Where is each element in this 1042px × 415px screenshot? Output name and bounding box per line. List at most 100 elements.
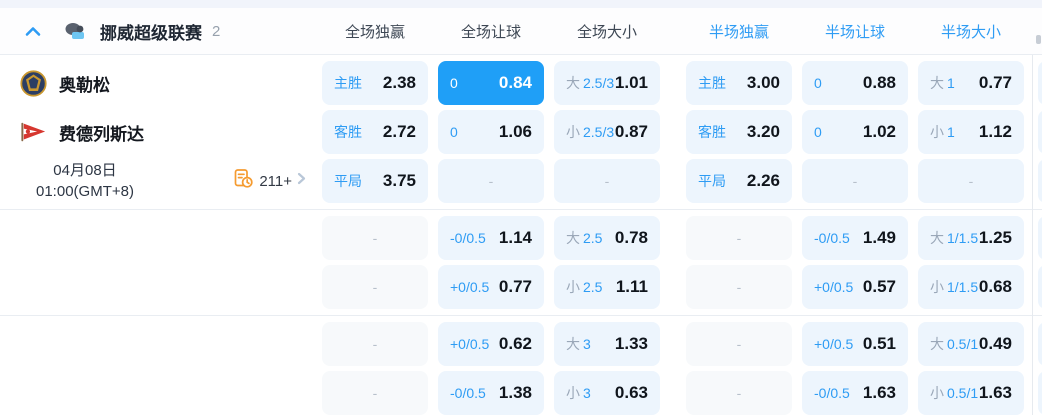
empty-left-cell xyxy=(0,265,322,309)
handicap-line-label: +0/0.5 xyxy=(814,279,854,295)
overunder-line-value: 2.5 xyxy=(583,230,603,246)
overunder-odds-cell[interactable]: 大 2.5/3 1.01 xyxy=(554,61,660,105)
handicap-odds-cell[interactable]: +0/0.5 0.62 xyxy=(438,322,544,366)
overunder-line: 大 0.5/1 xyxy=(930,334,978,354)
odds-cell-empty: - xyxy=(686,371,792,415)
odds-cell-unavailable: - xyxy=(802,159,908,203)
no-odds-dash: - xyxy=(488,173,494,189)
handicap-odds-cell[interactable]: 0 1.06 xyxy=(438,110,544,154)
odds-value: 1.38 xyxy=(498,383,532,402)
empty-left-cell xyxy=(0,322,322,366)
overunder-line: 小3 xyxy=(566,383,591,403)
outcome-label: 平局 xyxy=(334,173,362,189)
overunder-odds-cell[interactable]: 小 2.5 1.11 xyxy=(554,265,660,309)
match-date: 04月08日 xyxy=(53,162,117,179)
win-odds-cell[interactable]: 主胜 3.00 xyxy=(686,61,792,105)
outcome-label: 平局 xyxy=(698,173,726,189)
more-markets-button[interactable]: 211+ xyxy=(233,168,306,194)
win-odds-cell[interactable]: 客胜 2.72 xyxy=(322,110,428,154)
handicap-line-label: 0 xyxy=(450,124,458,140)
overunder-line-value: 2.5/3 xyxy=(583,124,615,140)
odds-value: 0.77 xyxy=(498,277,532,296)
odds-group-2: - -0/0.5 1.14 大 2.5 0.78- -0/0.5 1.49 大 1/1.5 1.25… xyxy=(0,210,1042,315)
odds-cells: - +0/0.5 0.62 大 3 1.33- +0/0.5 0.51 大 0.5/1 0.49 xyxy=(322,322,1042,366)
odds-cell-unavailable: - xyxy=(554,159,660,203)
overunder-odds-cell[interactable]: 大 2.5 0.78 xyxy=(554,216,660,260)
win-odds-cell[interactable]: 平局 2.26 xyxy=(686,159,792,203)
column-header-1: 全场独赢 xyxy=(344,23,405,41)
selected-odds-cell[interactable]: 0 0.84 xyxy=(438,61,544,105)
handicap-line-label: 0 xyxy=(814,124,822,140)
handicap-odds-cell[interactable]: 0 1.02 xyxy=(802,110,908,154)
odds-value: 1.01 xyxy=(614,73,648,92)
no-odds-dash: - xyxy=(736,230,742,246)
outcome-label: 主胜 xyxy=(698,75,726,91)
win-odds-cell[interactable]: 主胜 2.38 xyxy=(322,61,428,105)
overunder-odds-cell[interactable]: 大 1 0.77 xyxy=(918,61,1024,105)
overunder-odds-cell[interactable]: 大 1/1.5 1.25 xyxy=(918,216,1024,260)
handicap-odds-cell[interactable]: +0/0.5 0.57 xyxy=(802,265,908,309)
overunder-direction-label: 小 xyxy=(930,279,944,295)
no-odds-dash: - xyxy=(736,385,742,401)
odds-value: 1.14 xyxy=(498,228,532,247)
overunder-line-value: 1/1.5 xyxy=(947,279,979,295)
no-odds-dash: - xyxy=(968,173,974,189)
odds-value: 3.75 xyxy=(382,171,416,190)
overunder-line-value: 3 xyxy=(583,385,591,401)
handicap-line-label: -0/0.5 xyxy=(450,385,486,401)
handicap-line-label: -0/0.5 xyxy=(814,230,850,246)
overunder-odds-cell[interactable]: 小 2.5/3 0.87 xyxy=(554,110,660,154)
odds-value: 1.02 xyxy=(862,122,896,141)
overunder-odds-cell[interactable]: 大 0.5/1 0.49 xyxy=(918,322,1024,366)
handicap-odds-cell[interactable]: -0/0.5 1.38 xyxy=(438,371,544,415)
handicap-odds-cell[interactable]: +0/0.5 0.77 xyxy=(438,265,544,309)
overunder-line: 大 1/1.5 xyxy=(930,228,978,248)
markets-count: 211+ xyxy=(259,172,292,190)
overunder-line-value: 0.5/1 xyxy=(947,385,979,401)
odds-value: 0.62 xyxy=(498,334,532,353)
odds-column-headers: 全场独赢 全场让球 全场大小 半场独赢 半场让球 半场大小 xyxy=(322,8,1034,54)
match-time: 01:00(GMT+8) xyxy=(36,183,134,200)
overunder-odds-cell[interactable]: 大 3 1.33 xyxy=(554,322,660,366)
no-odds-dash: - xyxy=(372,230,378,246)
no-odds-dash: - xyxy=(372,279,378,295)
no-odds-dash: - xyxy=(736,279,742,295)
handicap-odds-cell[interactable]: -0/0.5 1.49 xyxy=(802,216,908,260)
overunder-odds-cell[interactable]: 小 1/1.5 0.68 xyxy=(918,265,1024,309)
handicap-odds-cell[interactable]: 0 0.88 xyxy=(802,61,908,105)
markets-clock-icon xyxy=(233,168,254,194)
win-odds-cell[interactable]: 平局 3.75 xyxy=(322,159,428,203)
odds-value: 0.49 xyxy=(978,334,1012,353)
odds-value: 0.63 xyxy=(614,383,648,402)
odds-value: 2.38 xyxy=(382,73,416,92)
odds-row: 费德列斯达 客胜 2.72 0 1.06 小 2.5/3 0.87 客胜 3.20 0 1.02 小 1 1… xyxy=(0,110,1042,154)
overunder-direction-label: 小 xyxy=(566,385,580,401)
odds-cell-empty: - xyxy=(322,322,428,366)
overunder-direction-label: 小 xyxy=(566,279,580,295)
handicap-line-label: -0/0.5 xyxy=(450,230,486,246)
odds-value: 1.06 xyxy=(498,122,532,141)
odds-cells: 主胜 2.38 0 0.84 大 2.5/3 1.01 主胜 3.00 0 0.88 大 1 0.77 xyxy=(322,61,1042,105)
home-team-row: 奥勒松 xyxy=(0,61,322,105)
odds-cells: 平局 3.75 - - 平局 2.26 - - xyxy=(322,159,1042,203)
handicap-line-label: 0 xyxy=(450,75,458,91)
win-odds-cell[interactable]: 客胜 3.20 xyxy=(686,110,792,154)
handicap-odds-cell[interactable]: +0/0.5 0.51 xyxy=(802,322,908,366)
overunder-line-value: 2.5 xyxy=(583,279,603,295)
overunder-odds-cell[interactable]: 小 3 0.63 xyxy=(554,371,660,415)
odds-value: 1.25 xyxy=(978,228,1012,247)
overunder-odds-cell[interactable]: 小 0.5/1 1.63 xyxy=(918,371,1024,415)
handicap-odds-cell[interactable]: -0/0.5 1.63 xyxy=(802,371,908,415)
collapse-chevron-up-icon[interactable] xyxy=(25,24,43,38)
odds-cell-empty: - xyxy=(322,371,428,415)
odds-value: 1.12 xyxy=(978,122,1012,141)
clipped-column-header-fragment xyxy=(1036,35,1041,44)
no-odds-dash: - xyxy=(372,385,378,401)
overunder-odds-cell[interactable]: 小 1 1.12 xyxy=(918,110,1024,154)
handicap-odds-cell[interactable]: -0/0.5 1.14 xyxy=(438,216,544,260)
overunder-line: 大3 xyxy=(566,334,591,354)
overunder-line-value: 0.5/1 xyxy=(947,336,979,352)
overunder-direction-label: 大 xyxy=(930,230,944,246)
empty-left-cell xyxy=(0,371,322,415)
odds-value: 2.72 xyxy=(382,122,416,141)
